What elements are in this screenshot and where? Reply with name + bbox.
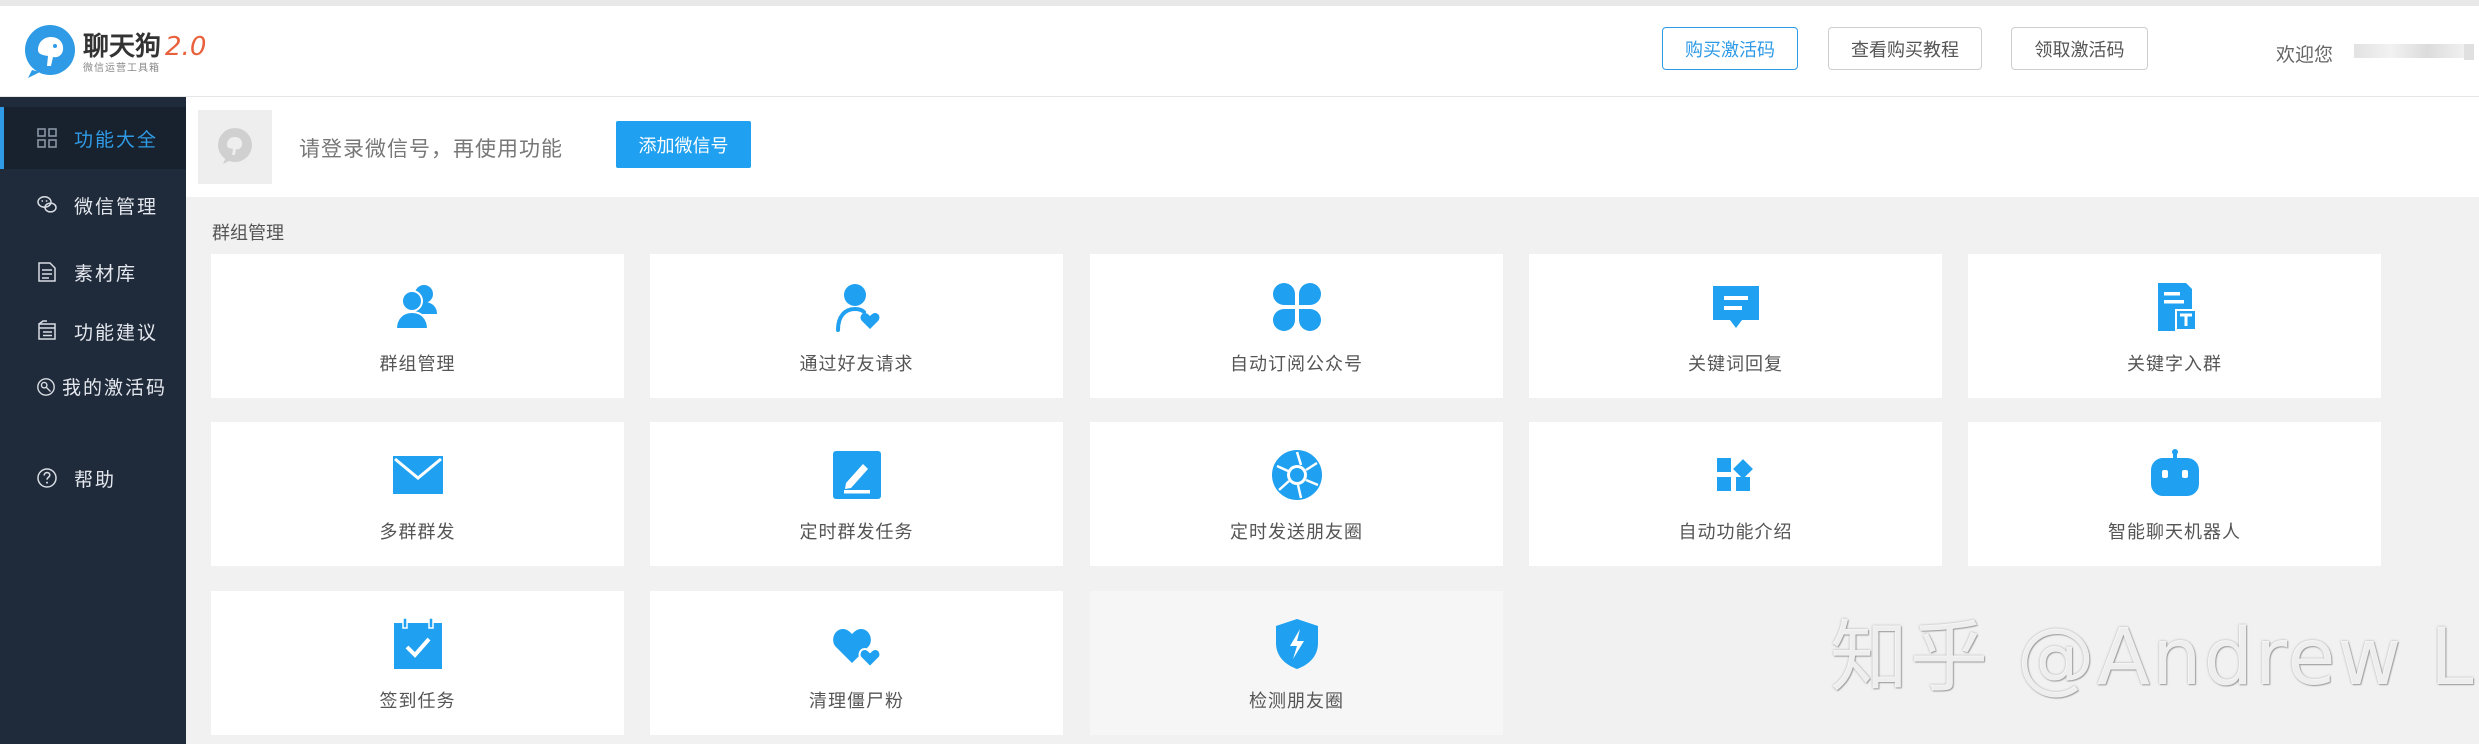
feature-label: 关键词回复 (1688, 354, 1783, 375)
feature-label: 自动订阅公众号 (1230, 354, 1363, 375)
hearts-icon (830, 617, 884, 671)
sidebar-item-suggestions[interactable]: 功能建议 (0, 302, 186, 360)
sidebar-item-label: 帮助 (74, 468, 117, 491)
feature-label: 群组管理 (379, 354, 456, 375)
feature-label: 智能聊天机器人 (2108, 522, 2241, 543)
buy-code-button[interactable]: 购买激活码 (1662, 27, 1798, 70)
username-blurred (2354, 44, 2464, 58)
username-blurred-tail (2464, 44, 2474, 60)
feature-label: 定时群发任务 (799, 522, 914, 543)
user-heart-icon (830, 280, 884, 334)
feature-label: 多群群发 (379, 522, 456, 543)
add-wechat-button[interactable]: 添加微信号 (616, 121, 751, 168)
tutorial-button[interactable]: 查看购买教程 (1828, 27, 1982, 70)
sidebar-item-label: 功能建议 (74, 321, 159, 344)
sidebar: 功能大全 微信管理 素材库 功能建议 我的激活码 帮助 (0, 97, 186, 744)
brand-name: 聊天狗 (83, 32, 162, 62)
logo-icon[interactable] (22, 24, 78, 80)
brand-tagline: 微信运营工具箱 (83, 63, 160, 74)
feature-label: 定时发送朋友圈 (1230, 522, 1363, 543)
sidebar-item-label: 我的激活码 (62, 377, 168, 399)
feature-card-scheduled-moments[interactable]: 定时发送朋友圈 (1090, 422, 1503, 566)
sidebar-item-activation-codes[interactable]: 我的激活码 (0, 377, 186, 437)
login-bar: 请登录微信号，再使用功能 添加微信号 (186, 97, 2479, 197)
feature-card-multi-group-send[interactable]: 多群群发 (211, 422, 624, 566)
aperture-icon (1270, 448, 1324, 502)
brand-version: 2.0 (165, 32, 207, 62)
wechat-icon (36, 194, 58, 216)
shield-bolt-icon (1270, 617, 1324, 671)
feature-label: 通过好友请求 (799, 354, 914, 375)
feature-label: 关键字入群 (2127, 354, 2222, 375)
archive-icon (36, 261, 58, 283)
robot-icon (2148, 448, 2202, 502)
sidebar-item-label: 微信管理 (74, 195, 159, 218)
avatar (198, 110, 272, 184)
feature-card-scheduled-send[interactable]: 定时群发任务 (650, 422, 1063, 566)
envelope-icon (391, 448, 445, 502)
feature-card-check-moments[interactable]: 检测朋友圈 (1090, 591, 1503, 735)
feature-label: 清理僵尸粉 (809, 691, 904, 712)
grid-icon (36, 127, 58, 149)
feature-card-checkin-task[interactable]: 签到任务 (211, 591, 624, 735)
login-message: 请登录微信号，再使用功能 (299, 137, 563, 161)
blocks-icon (1709, 448, 1763, 502)
feature-label: 签到任务 (379, 691, 456, 712)
help-icon (36, 467, 58, 489)
watermark-text: 知乎 @Andrew Li (1830, 613, 2479, 703)
calendar-check-icon (391, 617, 445, 671)
section-title: 群组管理 (212, 223, 284, 244)
activation-icon (36, 377, 56, 397)
message-icon (1709, 280, 1763, 334)
document-icon (36, 320, 58, 342)
feature-card-keyword-reply[interactable]: 关键词回复 (1529, 254, 1942, 398)
feature-card-group-management[interactable]: 群组管理 (211, 254, 624, 398)
main-content: 请登录微信号，再使用功能 添加微信号 群组管理 群组管理 通过好友请求 自动订阅… (186, 97, 2479, 744)
sidebar-item-label: 素材库 (74, 262, 138, 285)
users-icon (391, 280, 445, 334)
welcome-text: 欢迎您 (2276, 44, 2334, 66)
sidebar-item-label: 功能大全 (74, 128, 159, 151)
feature-card-accept-friends[interactable]: 通过好友请求 (650, 254, 1063, 398)
brand: 聊天狗 2.0 微信运营工具箱 (83, 32, 206, 76)
sidebar-item-wechat[interactable]: 微信管理 (0, 176, 186, 234)
top-header: 聊天狗 2.0 微信运营工具箱 购买激活码 查看购买教程 领取激活码 欢迎您 (0, 6, 2479, 97)
feature-card-clean-zombie-fans[interactable]: 清理僵尸粉 (650, 591, 1063, 735)
feature-label: 检测朋友圈 (1249, 691, 1344, 712)
feature-card-chat-robot[interactable]: 智能聊天机器人 (1968, 422, 2381, 566)
feature-label: 自动功能介绍 (1678, 522, 1793, 543)
sidebar-item-help[interactable]: 帮助 (0, 449, 186, 507)
sidebar-item-features[interactable]: 功能大全 (0, 107, 186, 169)
text-doc-icon (2148, 280, 2202, 334)
brand-title: 聊天狗 2.0 (83, 32, 206, 62)
clover-icon (1270, 280, 1324, 334)
feature-card-keyword-join-group[interactable]: 关键字入群 (1968, 254, 2381, 398)
sidebar-item-materials[interactable]: 素材库 (0, 243, 186, 301)
feature-card-auto-intro[interactable]: 自动功能介绍 (1529, 422, 1942, 566)
feature-card-auto-subscribe[interactable]: 自动订阅公众号 (1090, 254, 1503, 398)
edit-icon (830, 448, 884, 502)
get-code-button[interactable]: 领取激活码 (2011, 27, 2148, 70)
